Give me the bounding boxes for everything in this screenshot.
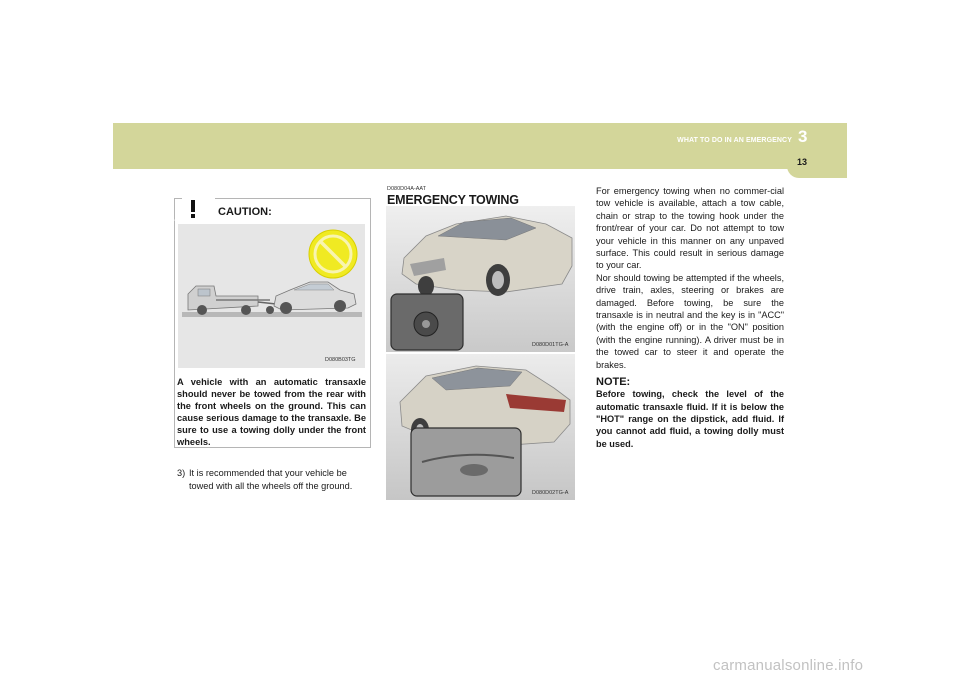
chapter-number: 3 <box>798 127 808 146</box>
illustration-caption: D080B03TG <box>325 357 356 363</box>
towing-instructions: For emergency towing when no commer-cial… <box>596 185 784 450</box>
car-rear-photo <box>386 354 575 500</box>
car-front-photo <box>386 206 575 352</box>
watermark: carmanualsonline.info <box>713 657 864 674</box>
recommendation-text: It is recommended that your vehicle be t… <box>189 468 353 491</box>
section-label: WHAT TO DO IN AN EMERGENCY <box>677 137 792 144</box>
instruction-paragraph: Nor should towing be attempted if the wh… <box>596 272 784 370</box>
section-code: D080D04A-AAT <box>387 186 427 192</box>
warning-icon <box>172 194 214 222</box>
header-band <box>113 123 847 169</box>
caution-text: A vehicle with an automatic transaxle sh… <box>177 377 366 447</box>
recommendation-item: 3) It is recommended that your vehicle b… <box>177 467 369 492</box>
list-number: 3) <box>177 468 186 478</box>
page-tab <box>787 154 847 178</box>
caution-box-border <box>215 198 370 199</box>
photo-caption: D080D01TG-A <box>532 342 569 348</box>
tow-truck-illustration <box>178 224 365 368</box>
instruction-paragraph: For emergency towing when no commer-cial… <box>596 186 784 271</box>
page-number: 13 <box>797 157 808 167</box>
note-heading: NOTE: <box>596 376 631 389</box>
photo-caption: D080D02TG-A <box>532 490 569 496</box>
caution-title: CAUTION: <box>218 206 272 218</box>
section-heading: EMERGENCY TOWING <box>387 193 519 207</box>
note-text: Before towing, check the level of the au… <box>596 389 784 449</box>
